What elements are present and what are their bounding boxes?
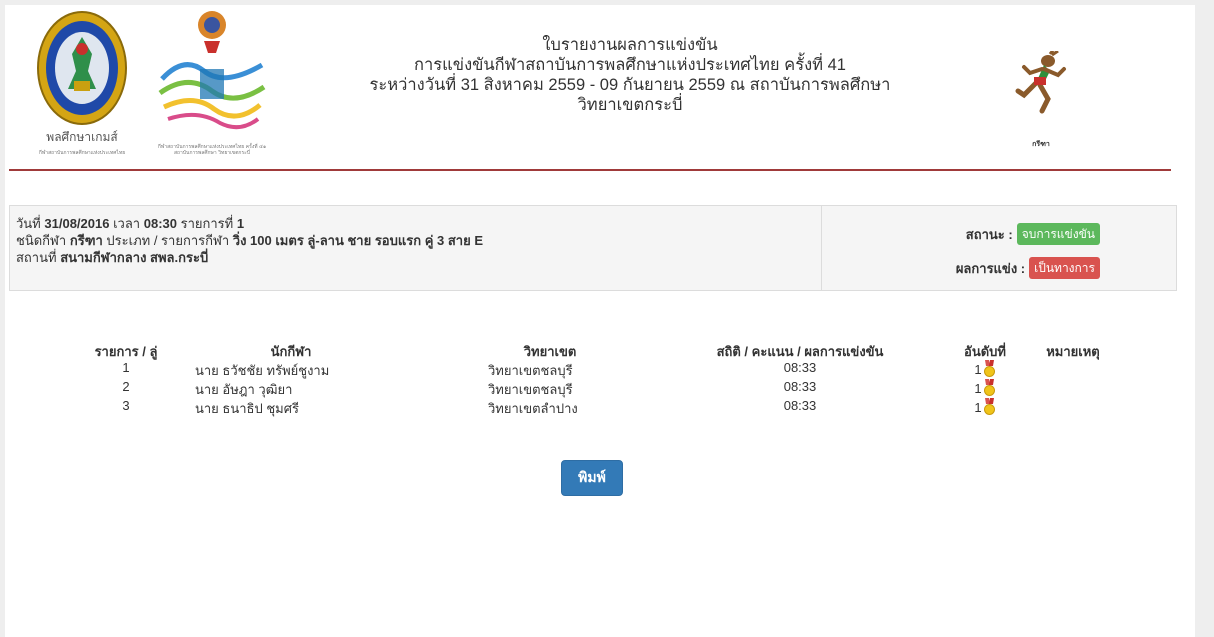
row-athlete: นาย อัษฎา วุฒิยา [195, 382, 293, 397]
venue-value: สนามกีฬากลาง สพล.กระบี่ [60, 250, 209, 265]
item-label: รายการที่ [180, 216, 234, 231]
row-item: 2 [122, 379, 130, 394]
row-athlete: นาย ธวัชชัย ทรัพย์ชูงาม [195, 363, 330, 378]
time-value: 08:30 [143, 216, 177, 231]
status-row: สถานะ : จบการแข่งขัน [966, 223, 1100, 245]
competition-venue: วิทยาเขตกระบี่ [577, 96, 683, 114]
row-campus: วิทยาเขตชลบุรี [488, 363, 573, 378]
row-athlete: นาย ธนาธิป ชุมศรี [195, 401, 299, 416]
event-venue-line: สถานที่ สนามกีฬากลาง สพล.กระบี่ [16, 249, 821, 266]
header-stat: สถิติ / คะแนน / ผลการแข่งขัน [716, 344, 884, 359]
gold-medal-icon [983, 398, 995, 415]
date-value: 31/08/2016 [44, 216, 110, 231]
status-label: สถานะ : [965, 226, 1013, 242]
row-stat: 08:33 [783, 398, 817, 413]
institute-seal-icon [37, 11, 127, 125]
result-status-label: ผลการแข่ง : [955, 260, 1026, 276]
header-note: หมายเหตุ [1046, 344, 1100, 359]
table-header-row: รายการ / ลู่ นักกีฬา วิทยาเขต สถิติ / คะ… [5, 341, 1195, 360]
gold-medal-icon [983, 379, 995, 396]
rank-value: 1 [974, 398, 995, 415]
row-campus: วิทยาเขตชลบุรี [488, 382, 573, 397]
institute-logo: พลศึกษาเกมส์ กีฬาสถาบันการพลศึกษาแห่งประ… [23, 7, 141, 162]
row-rank: 1 [945, 398, 1025, 415]
rank-number: 1 [974, 400, 982, 415]
athletics-logo-caption: กรีฑา [1032, 140, 1050, 148]
institute-logo-caption: พลศึกษาเกมส์ [46, 130, 118, 144]
row-rank: 1 [945, 360, 1025, 377]
rank-number: 1 [974, 362, 982, 377]
games-logo: กีฬาสถาบันการพลศึกษาแห่งประเทศไทย ครั้งท… [152, 7, 272, 162]
competition-dates: ระหว่างวันที่ 31 สิงหาคม 2559 - 09 กันยา… [369, 76, 891, 94]
table-row: 1 นาย ธวัชชัย ทรัพย์ชูงาม วิทยาเขตชลบุรี… [5, 360, 1195, 379]
report-header: ใบรายงานผลการแข่งขัน การแข่งขันกีฬาสถาบั… [285, 35, 975, 115]
event-sport-line: ชนิดกีฬา กรีฑา ประเภท / รายการกีฬา วิ่ง … [16, 232, 821, 249]
games-41-icon [158, 11, 266, 130]
header-item: รายการ / ลู่ [94, 344, 158, 359]
table-row: 3 นาย ธนาธิป ชุมศรี วิทยาเขตลำปาง 08:33 … [5, 398, 1195, 417]
rank-number: 1 [974, 381, 982, 396]
sport-label: ชนิดกีฬา [16, 233, 67, 248]
header-divider [9, 169, 1171, 171]
row-campus: วิทยาเขตลำปาง [488, 401, 578, 416]
athletics-runner-icon [1015, 51, 1066, 114]
rank-value: 1 [974, 379, 995, 396]
row-stat: 08:33 [783, 360, 817, 375]
date-label: วันที่ [16, 216, 41, 231]
row-rank: 1 [945, 379, 1025, 396]
type-value: วิ่ง 100 เมตร ลู่-ลาน ชาย รอบแรก คู่ 3 ส… [232, 233, 483, 248]
athletics-logo: กรีฑา [982, 7, 1100, 162]
report-page: พลศึกษาเกมส์ กีฬาสถาบันการพลศึกษาแห่งประ… [5, 5, 1195, 637]
venue-label: สถานที่ [16, 250, 57, 265]
event-info-panel: วันที่ 31/08/2016 เวลา 08:30 รายการที่ 1… [9, 205, 1177, 291]
status-badge: จบการแข่งขัน [1016, 223, 1100, 245]
result-status-row: ผลการแข่ง : เป็นทางการ [956, 257, 1100, 279]
institute-logo-subcaption: กีฬาสถาบันการพลศึกษาแห่งประเทศไทย [38, 150, 126, 156]
games-logo-subcaption: กีฬาสถาบันการพลศึกษาแห่งประเทศไทย ครั้งท… [157, 144, 267, 156]
header-campus: วิทยาเขต [523, 344, 577, 359]
gold-medal-icon [983, 360, 995, 377]
event-details: วันที่ 31/08/2016 เวลา 08:30 รายการที่ 1… [10, 206, 822, 290]
time-label: เวลา [113, 216, 141, 231]
header-rank: อันดับที่ [964, 344, 1006, 359]
event-datetime-line: วันที่ 31/08/2016 เวลา 08:30 รายการที่ 1 [16, 215, 821, 232]
report-title: ใบรายงานผลการแข่งขัน [542, 36, 718, 54]
print-button[interactable]: พิมพ์ [561, 460, 623, 496]
type-label: ประเภท / รายการกีฬา [106, 233, 230, 248]
row-item: 3 [122, 398, 130, 413]
result-status-badge: เป็นทางการ [1029, 257, 1100, 279]
item-value: 1 [236, 216, 245, 231]
row-stat: 08:33 [783, 379, 817, 394]
event-status: สถานะ : จบการแข่งขัน ผลการแข่ง : เป็นทาง… [823, 206, 1176, 290]
competition-title: การแข่งขันกีฬาสถาบันการพลศึกษาแห่งประเทศ… [414, 56, 846, 74]
header-athlete: นักกีฬา [270, 344, 312, 359]
rank-value: 1 [974, 360, 995, 377]
sport-value: กรีฑา [69, 233, 103, 248]
table-row: 2 นาย อัษฎา วุฒิยา วิทยาเขตชลบุรี 08:33 … [5, 379, 1195, 398]
row-item: 1 [122, 360, 130, 375]
